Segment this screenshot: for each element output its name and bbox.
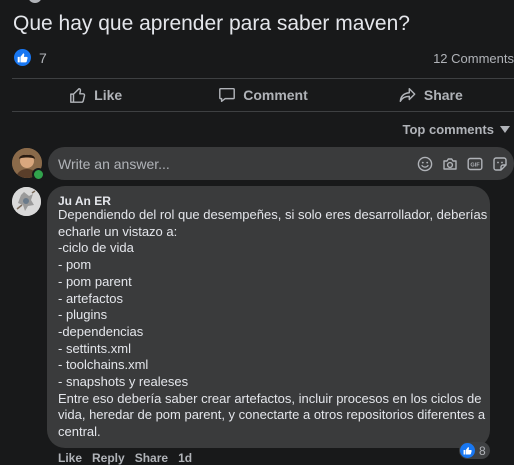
share-arrow-icon	[399, 87, 416, 103]
like-button[interactable]: Like	[12, 79, 179, 111]
comment-line: - settints.xml	[58, 340, 131, 356]
comment-line: - artefactos	[58, 290, 124, 306]
comment-author[interactable]: Ju An ER	[58, 194, 111, 208]
post-action-bar: Like Comment Share	[12, 79, 514, 111]
comment-line: - snapshots y realeses	[58, 374, 189, 390]
comment-line: Dependiendo del rol que desempeñes, si s…	[58, 207, 488, 222]
previous-post-fragment	[28, 0, 288, 3]
comment-bubble: Ju An ER Dependiendo del rol que desempe…	[47, 186, 490, 448]
comment-actions: Like Reply Share 1d	[58, 451, 202, 465]
online-status-dot	[32, 168, 45, 181]
commenter-avatar[interactable]	[12, 187, 41, 216]
previous-avatar	[28, 0, 42, 3]
comment-like-link[interactable]: Like	[58, 451, 82, 465]
comment-reactions[interactable]: 8	[459, 442, 490, 459]
thumbs-up-icon	[70, 87, 86, 103]
speech-bubble-icon	[219, 87, 236, 103]
composer-tools: GIF	[408, 154, 508, 173]
comments-count-link[interactable]: 12 Comments	[433, 51, 514, 66]
comment-line: vida, heredar de pom parent, y conectart…	[58, 407, 486, 423]
answer-input[interactable]	[58, 147, 398, 180]
comment-reaction-count: 8	[479, 443, 486, 458]
comment-line: -dependencias	[58, 323, 144, 339]
comment-line: - pom	[58, 257, 92, 273]
comment-line: echarle un vistazo a:	[58, 223, 178, 239]
comment-line: Entre eso debería saber crear artefactos…	[58, 390, 482, 406]
reaction-count: 7	[39, 49, 47, 66]
comment-timestamp[interactable]: 1d	[178, 451, 192, 465]
comment-line: central.	[58, 424, 101, 440]
sort-label: Top comments	[402, 122, 495, 137]
comment-label: Comment	[243, 87, 308, 103]
sticker-icon[interactable]	[491, 154, 508, 173]
comment-line: - plugins	[58, 307, 108, 323]
emoji-icon[interactable]	[416, 154, 433, 173]
divider-bottom	[12, 111, 514, 112]
answer-box: GIF	[48, 147, 514, 180]
like-reaction-icon	[14, 49, 31, 66]
post-title: Que hay que aprender para saber maven?	[13, 12, 410, 35]
comment-line: - pom parent	[58, 273, 132, 289]
comment-line: -ciclo de vida	[58, 240, 134, 256]
gif-icon[interactable]: GIF	[466, 154, 483, 173]
comment-share-link[interactable]: Share	[135, 451, 168, 465]
sort-comments-dropdown[interactable]: Top comments	[402, 122, 510, 137]
like-label: Like	[94, 87, 123, 103]
comment-body: Dependiendo del rol que desempeñes, si s…	[58, 207, 488, 441]
post-reactions[interactable]: 7	[14, 49, 47, 66]
comment-line: - toolchains.xml	[58, 357, 149, 373]
share-button[interactable]: Share	[347, 79, 514, 111]
share-label: Share	[423, 87, 463, 103]
comment-reply-link[interactable]: Reply	[92, 451, 125, 465]
camera-icon[interactable]	[441, 154, 458, 173]
svg-text:GIF: GIF	[470, 162, 480, 168]
caret-down-icon	[500, 126, 510, 133]
comment-button[interactable]: Comment	[179, 79, 346, 111]
